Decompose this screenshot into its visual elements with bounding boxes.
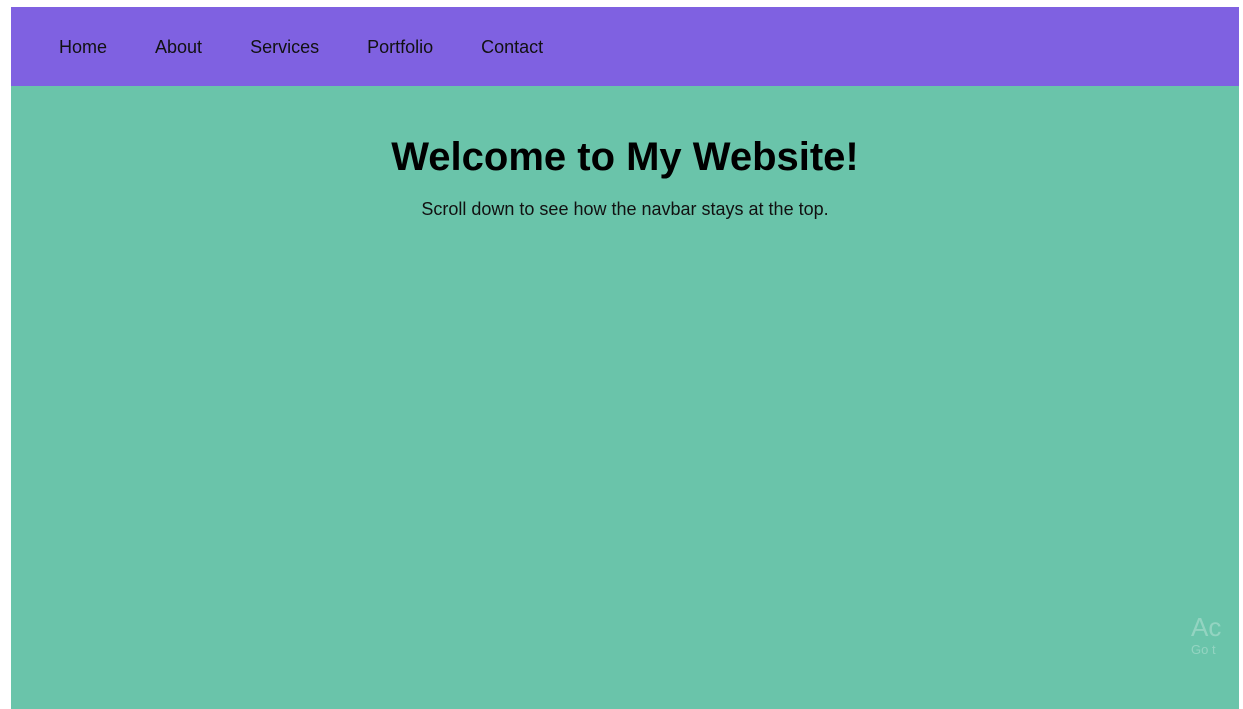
navbar: Home About Services Portfolio Contact xyxy=(11,7,1239,86)
nav-link-portfolio[interactable]: Portfolio xyxy=(367,38,433,56)
nav-link-contact[interactable]: Contact xyxy=(481,38,543,56)
nav-link-services[interactable]: Services xyxy=(250,38,319,56)
page-subtitle: Scroll down to see how the navbar stays … xyxy=(421,199,829,219)
hero-section: Welcome to My Website! Scroll down to se… xyxy=(11,86,1239,220)
page-title: Welcome to My Website! xyxy=(391,135,859,179)
nav-link-home[interactable]: Home xyxy=(59,38,107,56)
nav-link-about[interactable]: About xyxy=(155,38,202,56)
page-viewport: Home About Services Portfolio Contact We… xyxy=(11,7,1239,709)
